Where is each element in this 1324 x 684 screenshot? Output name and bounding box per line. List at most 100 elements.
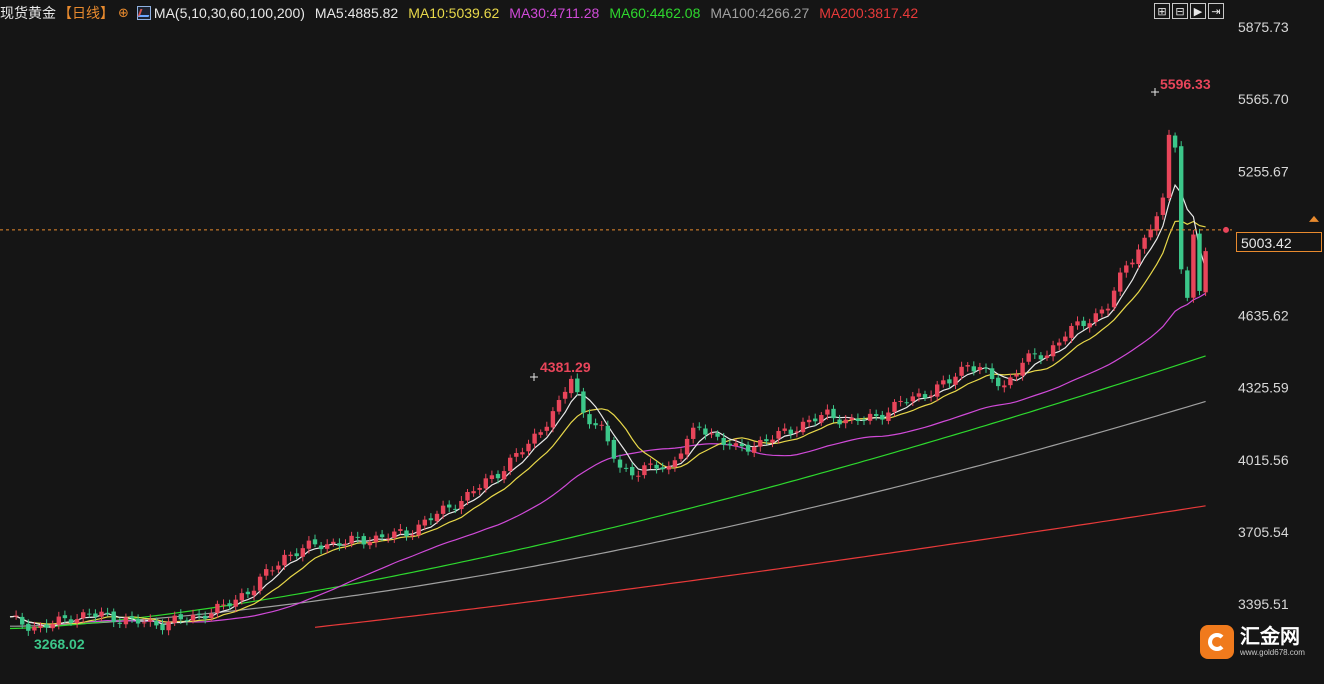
candle-body [215, 603, 220, 614]
candle-body [471, 491, 476, 494]
candle-body [221, 604, 226, 606]
candle-body [813, 418, 818, 422]
last-price-dot [1223, 226, 1229, 233]
candle-body [947, 379, 952, 384]
candle-body [160, 624, 165, 631]
candle-body [684, 438, 690, 455]
candle-body [318, 545, 324, 550]
candle-body [166, 621, 171, 631]
candle-body [1087, 323, 1092, 328]
candle-body [337, 543, 342, 546]
logo-url: www.gold678.com [1240, 648, 1305, 657]
candle-body [1105, 308, 1111, 311]
candle-body [831, 408, 836, 419]
ma60-line [9, 355, 1206, 630]
ma-definition[interactable]: MA(5,10,30,60,100,200) [154, 5, 305, 21]
chart-toolbar: ⊞ ⊟ ▶ ⇥ [1154, 3, 1224, 19]
period-selector[interactable]: 【日线】 [58, 3, 114, 23]
candle-body [1136, 249, 1141, 265]
candle-body [983, 367, 989, 369]
candle-body [575, 378, 580, 393]
candle-body [239, 593, 244, 601]
y-tick-label: 4325.59 [1238, 380, 1289, 396]
candle-body [190, 614, 196, 621]
candle-body [178, 614, 183, 620]
logo-icon [1200, 625, 1234, 659]
candle-body [654, 464, 659, 469]
candle-body [556, 400, 562, 412]
candle-body [941, 380, 946, 385]
candle-body [373, 535, 379, 543]
candle-body [154, 620, 159, 626]
candle-body [758, 440, 763, 447]
candle-body [1057, 342, 1062, 346]
candle-body [867, 413, 873, 421]
candle-body [410, 534, 415, 536]
current-price-label: 5003.42 [1236, 232, 1322, 252]
candle-body [1014, 374, 1019, 377]
ma5-value: MA5:4885.82 [314, 5, 399, 21]
candle-body [111, 611, 116, 622]
scroll-right-icon[interactable]: ▶ [1190, 3, 1206, 19]
zoom-out-icon[interactable]: ⊟ [1172, 3, 1188, 19]
peak-marker [1151, 88, 1159, 96]
candle-body [825, 409, 830, 415]
candle-body [1044, 355, 1050, 358]
candle-body [672, 460, 678, 468]
candle-body [770, 439, 775, 443]
candle-body [520, 452, 525, 455]
candle-body [87, 613, 92, 615]
candle-body [1185, 270, 1190, 298]
candle-body [196, 613, 202, 615]
candle-body [855, 418, 861, 422]
candle-body [93, 613, 98, 617]
annotation-high: 5596.33 [1160, 76, 1211, 92]
candle-body [44, 624, 49, 628]
candle-body [477, 487, 482, 490]
candle-body [398, 529, 403, 531]
candle-body [361, 536, 366, 545]
candle-body [1002, 385, 1007, 388]
brand-logo: 汇金网 www.gold678.com [1200, 622, 1312, 662]
candle-body [203, 615, 208, 619]
candle-body [1081, 320, 1086, 327]
candle-body [343, 543, 348, 545]
candle-body [117, 622, 122, 624]
add-indicator-icon[interactable]: ⊕ [118, 5, 129, 21]
candle-body [148, 619, 153, 622]
candle-body [331, 541, 336, 544]
chart-header: 现货黄金 【日线】 ⊕ MA(5,10,30,60,100,200) MA5:4… [0, 0, 1230, 26]
candle-body [788, 429, 793, 434]
candle-body [605, 425, 610, 442]
ma30-value: MA30:4711.28 [509, 5, 600, 21]
indicator-icon[interactable] [136, 6, 151, 20]
candle-body [1032, 353, 1037, 355]
ma200-value: MA200:3817.42 [819, 5, 919, 21]
candle-body [483, 478, 488, 489]
candle-body [245, 591, 251, 595]
candle-body [26, 623, 31, 631]
candle-body [977, 367, 983, 371]
annotation-low: 3268.02 [34, 636, 85, 652]
candle-body [526, 443, 531, 452]
scroll-end-icon[interactable]: ⇥ [1208, 3, 1224, 19]
candle-body [99, 611, 104, 617]
candle-body [495, 473, 501, 479]
candle-body [135, 619, 141, 624]
candle-body [264, 569, 269, 576]
candle-body [678, 453, 684, 459]
candle-body [715, 433, 720, 437]
candle-body [20, 616, 25, 625]
candle-body [971, 366, 976, 372]
candle-body [1130, 262, 1135, 265]
zoom-in-icon[interactable]: ⊞ [1154, 3, 1170, 19]
candle-body [501, 471, 507, 480]
ma5-line [9, 183, 1207, 628]
candle-body [727, 443, 732, 446]
candle-body [1111, 290, 1117, 308]
candle-body [270, 570, 275, 572]
candle-body [819, 415, 824, 423]
candle-body [1118, 272, 1123, 292]
peak-marker [530, 373, 538, 381]
candle-body [508, 457, 513, 471]
